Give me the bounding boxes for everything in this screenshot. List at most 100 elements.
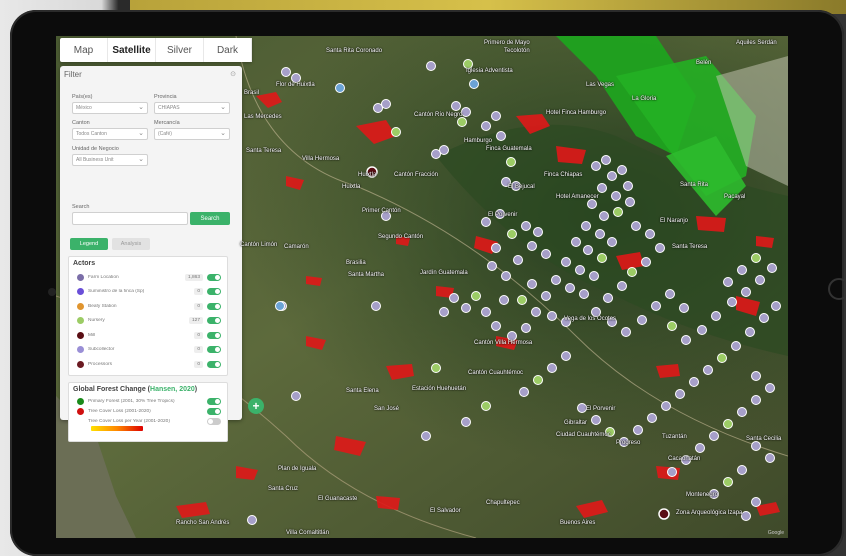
place-label: Primer Cantón	[362, 208, 401, 214]
actor-label: Subcollector	[88, 347, 115, 353]
map-attribution: Google	[767, 530, 784, 536]
merc-select[interactable]: (Café)	[154, 128, 230, 140]
actors-title: Actors	[73, 260, 96, 267]
actor-row: Mill 0	[69, 328, 227, 343]
place-label: Cantón Villa Hermosa	[474, 340, 533, 346]
actor-count: 0	[194, 360, 203, 368]
place-label: Vega de los Ocotes	[564, 316, 617, 322]
map-type-tabs: Map Satellite Silver Dark	[60, 38, 252, 62]
actor-label: Processors	[88, 361, 112, 367]
gfc-link[interactable]: Hansen, 2020	[150, 386, 195, 393]
gfc-marker-icon	[77, 407, 84, 415]
place-label: Las Vegas	[586, 82, 615, 88]
province-select[interactable]: CHIAPAS	[154, 102, 230, 114]
place-label: Villa Hermosa	[302, 156, 340, 162]
actors-box: Actors Farm Location 1,863 Suministro de…	[68, 256, 228, 376]
tab-silver[interactable]: Silver	[156, 38, 204, 62]
actor-marker-icon	[77, 273, 84, 281]
actor-toggle[interactable]	[207, 317, 221, 325]
gfc-toggle[interactable]	[207, 397, 221, 405]
actor-row: Suministro de la finca (Sp) 0	[69, 285, 227, 300]
actor-toggle[interactable]	[207, 302, 221, 310]
place-label: Santa Teresa	[246, 148, 282, 154]
place-label: San José	[374, 406, 400, 412]
place-label: El Porvenir	[488, 212, 518, 218]
place-label: Tuzantán	[662, 434, 687, 440]
actor-row: Subcollector 0	[69, 343, 227, 358]
place-label: Cantón Fracción	[394, 172, 439, 178]
gfc-label: Primary Forest (2001, 30% Tree Tropics)	[88, 398, 175, 404]
place-label: Huixtla	[342, 184, 361, 190]
place-label: Belén	[696, 60, 712, 66]
actor-toggle[interactable]	[207, 360, 221, 368]
place-label: Buenos Aires	[560, 520, 596, 526]
place-label: Santa Rita	[680, 182, 709, 188]
tab-analysis[interactable]: Analysis	[112, 238, 150, 250]
gfc-toggle[interactable]	[207, 407, 221, 415]
unit-label: Unidad de Negocio	[72, 146, 119, 152]
place-label: Finca Guatemala	[486, 146, 532, 152]
filter-title: Filter	[64, 70, 82, 79]
gfc-toggle[interactable]	[207, 417, 221, 425]
place-label: Estación Huehuetán	[412, 386, 467, 392]
actor-marker-icon	[77, 288, 84, 296]
place-label: Cacaohatán	[668, 456, 701, 462]
search-button[interactable]: Search	[190, 212, 230, 225]
place-label: Progreso	[616, 440, 641, 446]
place-label: Flor de Huixtla	[276, 82, 315, 88]
tab-dark[interactable]: Dark	[204, 38, 252, 62]
gfc-label: Tree Cover Loss per Year (2001-2020)	[88, 418, 170, 424]
actor-row: Beafy Station 0	[69, 299, 227, 314]
place-label: Santa Cruz	[268, 486, 299, 492]
place-label: Santa Cecilia	[746, 436, 782, 442]
place-label: Hamburgo	[464, 138, 493, 144]
tab-legend[interactable]: Legend	[70, 238, 108, 250]
place-label: Segundo Cantón	[378, 234, 424, 240]
actor-count: 0	[194, 302, 203, 310]
place-label: El Salvador	[430, 508, 461, 514]
gfc-marker-icon	[77, 397, 84, 405]
search-input[interactable]	[72, 212, 188, 225]
add-button[interactable]: +	[248, 398, 264, 414]
actor-toggle[interactable]	[207, 331, 221, 339]
tablet-home-button	[828, 278, 846, 300]
canton-select[interactable]: Todos Canton	[72, 128, 148, 140]
actor-label: Suministro de la finca (Sp)	[88, 289, 145, 295]
canton-label: Canton	[72, 120, 90, 126]
actor-count: 0	[194, 331, 203, 339]
place-label: Santa Elena	[346, 388, 379, 394]
actor-marker-icon	[77, 331, 84, 339]
actor-row: Nursery 127	[69, 314, 227, 329]
filter-panel: Filter ⊙ País(es) México Provincia CHIAP…	[60, 66, 242, 442]
place-label: Cantón Cuauhtémoc	[468, 370, 524, 376]
gfc-row: Tree Cover Loss (2001-2020)	[69, 406, 227, 416]
actor-label: Mill	[88, 332, 96, 338]
unit-select[interactable]: All Business Unit	[72, 154, 148, 166]
place-label: Las Mercedes	[244, 114, 282, 120]
gfc-row: Tree Cover Loss per Year (2001-2020)	[69, 416, 227, 426]
place-label: Rancho San Andrés	[176, 520, 230, 526]
place-label: Finca Chiapas	[544, 172, 583, 178]
actor-toggle[interactable]	[207, 273, 221, 281]
place-label: Pacayal	[724, 194, 746, 200]
place-label: Plan de Iguala	[278, 466, 317, 472]
actor-marker-icon	[77, 317, 84, 325]
place-label: Cantón Río Negro	[414, 112, 463, 118]
map-screen[interactable]: Map Satellite Silver Dark Filter ⊙ País(…	[56, 36, 788, 538]
place-label: El Bejucal	[508, 184, 535, 190]
country-select[interactable]: México	[72, 102, 148, 114]
actor-marker-icon	[77, 360, 84, 368]
actor-label: Beafy Station	[88, 303, 117, 309]
tab-map[interactable]: Map	[60, 38, 108, 62]
actor-toggle[interactable]	[207, 288, 221, 296]
place-label: El Naranjo	[660, 218, 689, 224]
place-label: Santa Martha	[348, 272, 385, 278]
collapse-icon[interactable]: ⊙	[230, 70, 236, 78]
tab-satellite[interactable]: Satellite	[108, 38, 156, 62]
actor-label: Farm Location	[88, 274, 119, 280]
actor-count: 1,863	[184, 273, 203, 281]
search-label: Search	[72, 204, 90, 210]
actor-toggle[interactable]	[207, 346, 221, 354]
merc-label: Mercancía	[154, 120, 180, 126]
actor-row: Processors 0	[69, 357, 227, 372]
